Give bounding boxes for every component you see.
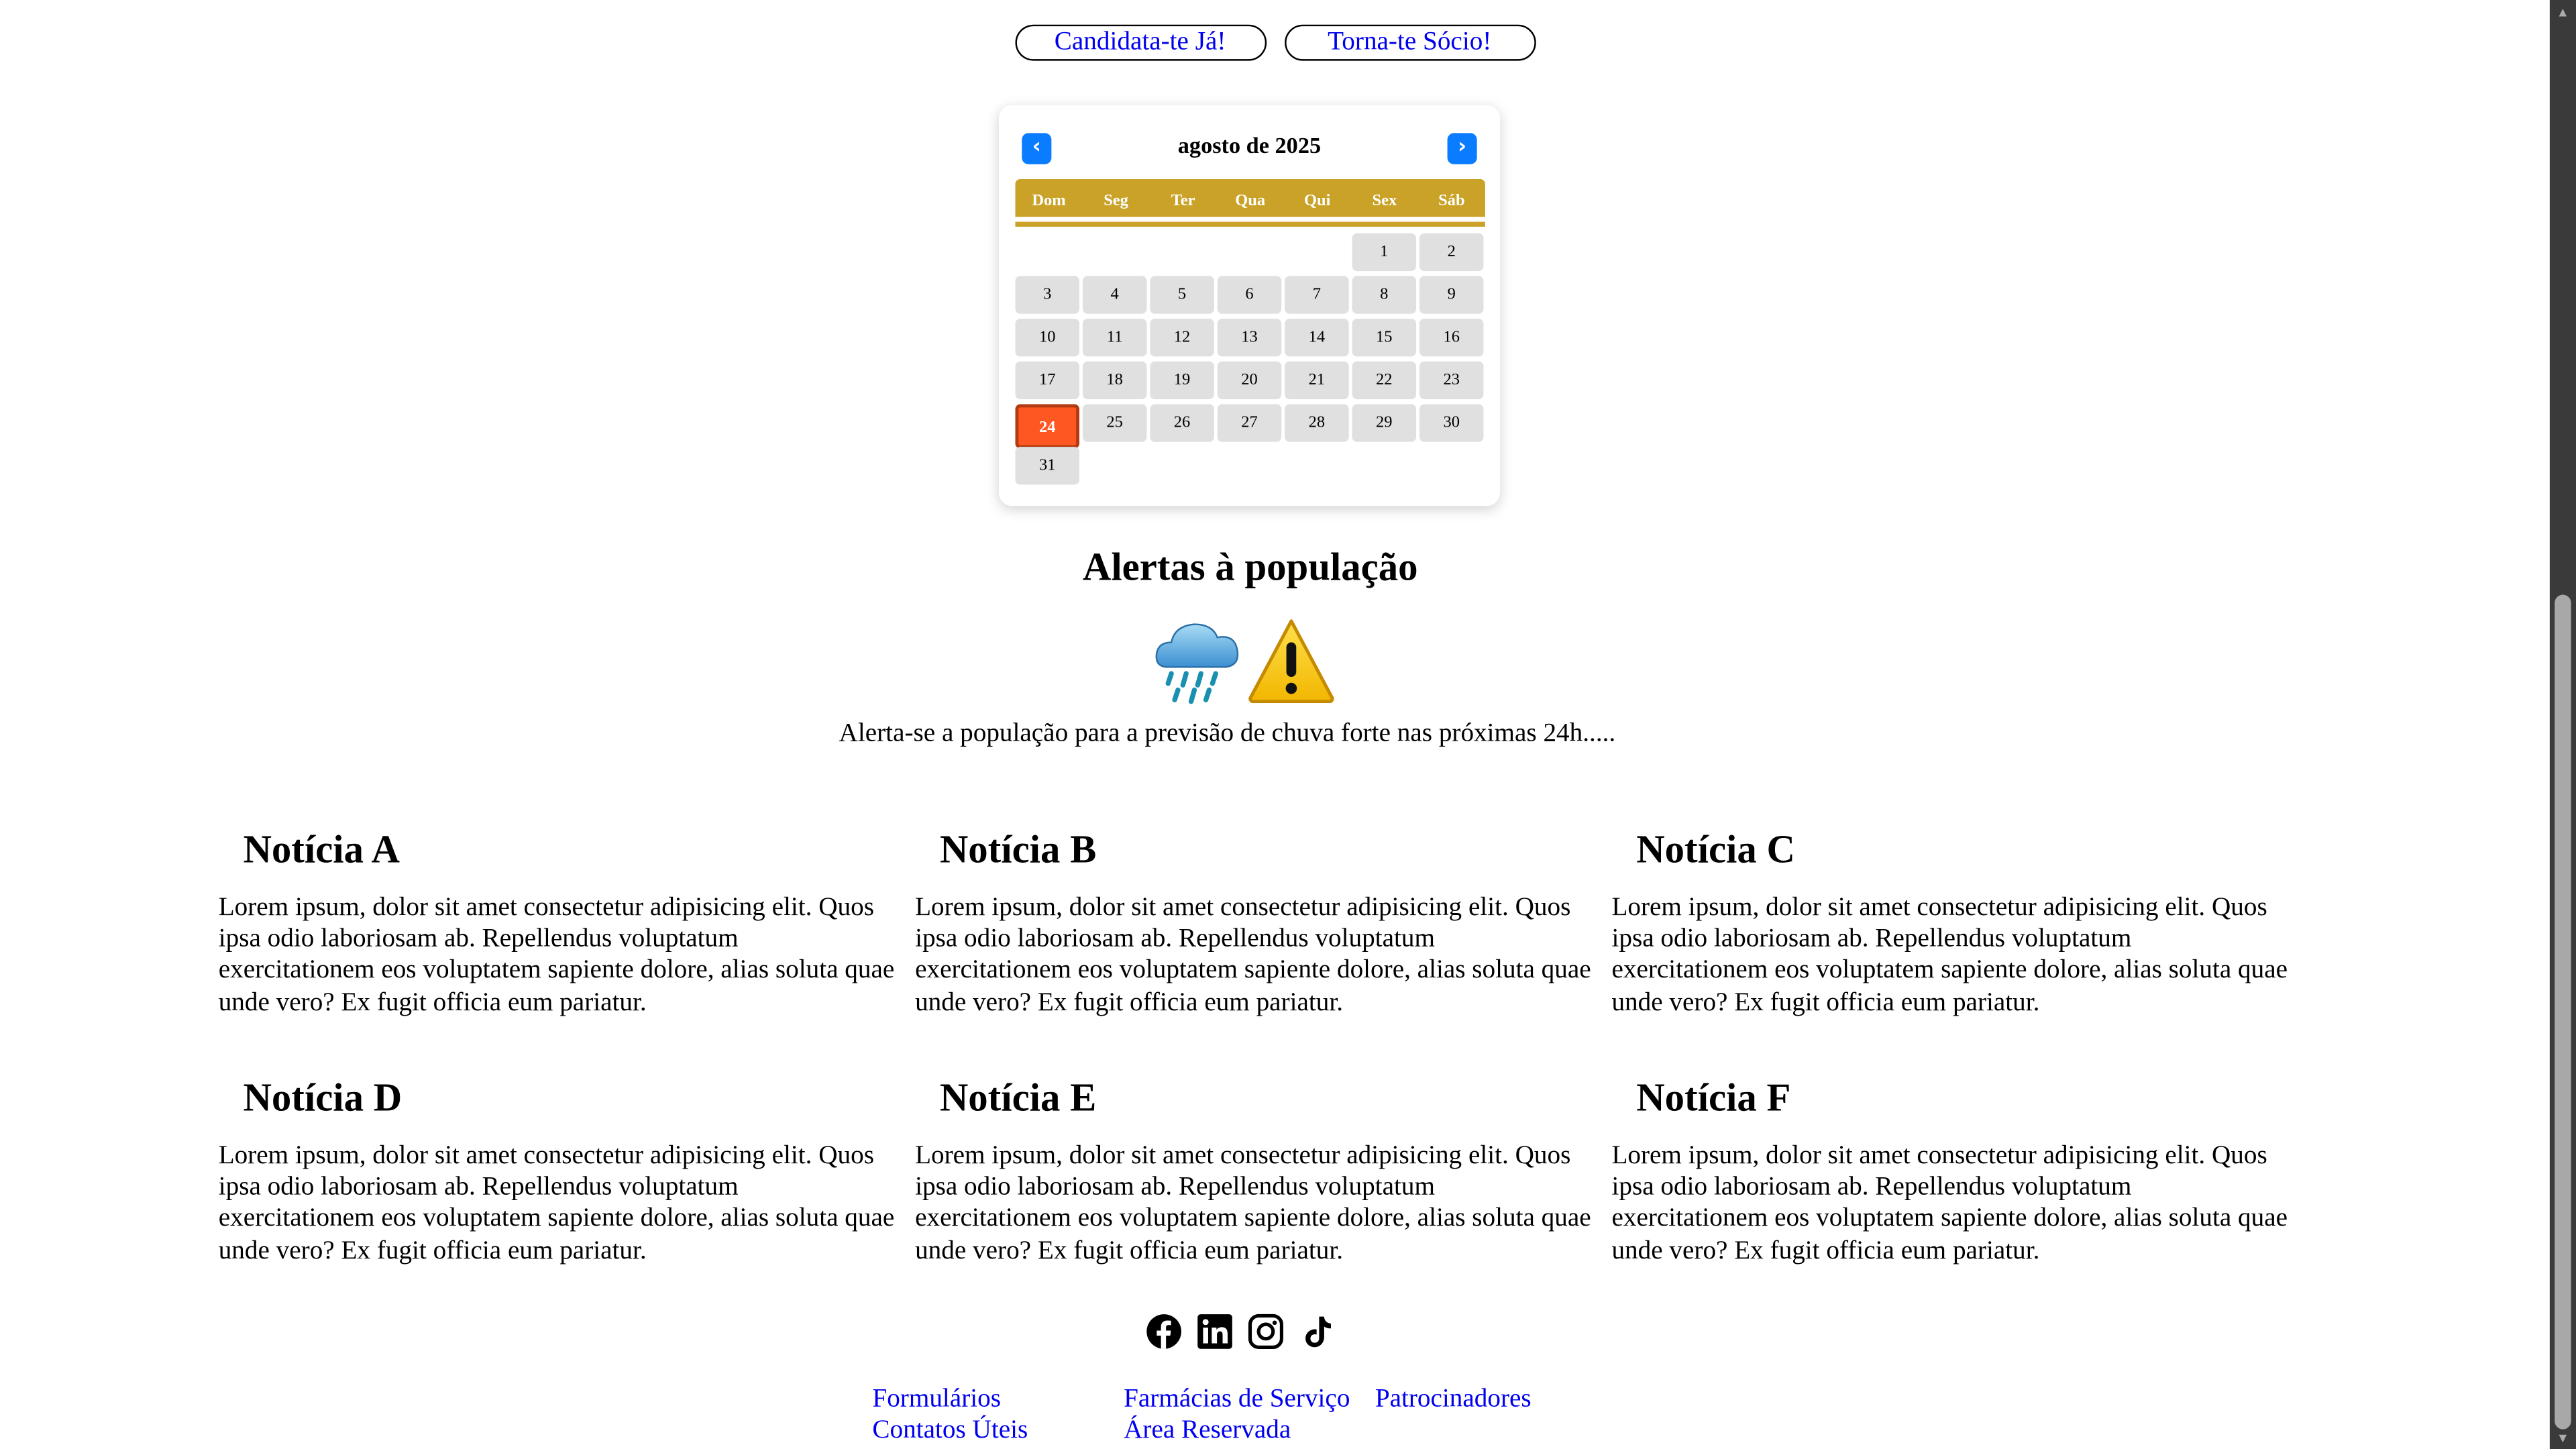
weekday-label: Qui xyxy=(1304,192,1331,211)
calendar-next-icon[interactable]: › xyxy=(1447,133,1477,164)
calendar-day[interactable]: 6 xyxy=(1217,276,1282,314)
calendar-day[interactable]: 11 xyxy=(1082,319,1147,357)
instagram-icon[interactable] xyxy=(1247,1313,1285,1352)
rain-cloud-icon xyxy=(1155,623,1239,704)
warning-icon xyxy=(1248,619,1334,704)
calendar-blank-cell xyxy=(1083,233,1147,271)
news-body: Lorem ipsum, dolor sit amet consectetur … xyxy=(1611,1142,2288,1265)
news-body: Lorem ipsum, dolor sit amet consectetur … xyxy=(915,1142,1591,1265)
news-card: Notícia F Lorem ipsum, dolor sit amet con… xyxy=(1611,1069,2288,1318)
calendar: ‹ agosto de 2025 › Dom Seg Ter Qua Qui Sex Sáb… xyxy=(998,105,1500,506)
calendar-day[interactable]: 25 xyxy=(1082,404,1147,442)
calendar-blank-cell xyxy=(1218,233,1282,271)
news-title[interactable]: Notícia F xyxy=(1636,1075,2282,1140)
footer-link-reserved-area[interactable]: Área Reservada xyxy=(1124,1416,1291,1446)
calendar-day[interactable]: 19 xyxy=(1150,361,1214,400)
calendar-day[interactable]: 4 xyxy=(1082,276,1147,314)
scrollbar-thumb[interactable] xyxy=(2555,594,2571,1430)
weekday-label: Seg xyxy=(1104,192,1128,211)
calendar-day[interactable]: 20 xyxy=(1217,361,1282,400)
weekday-label: Dom xyxy=(1032,192,1066,211)
action-buttons: Candidata-te Já! Torna-te Sócio! xyxy=(0,24,2550,61)
news-card: Notícia C Lorem ipsum, dolor sit amet con… xyxy=(1611,822,2288,1070)
news-body: Lorem ipsum, dolor sit amet consectetur … xyxy=(218,894,895,1016)
page: Candidata-te Já! Torna-te Sócio! ‹ agost… xyxy=(0,0,2576,1449)
news-grid: Notícia A Lorem ipsum, dolor sit amet con… xyxy=(219,822,2308,1318)
news-title[interactable]: Notícia A xyxy=(243,826,888,892)
news-card: Notícia B Lorem ipsum, dolor sit amet con… xyxy=(915,822,1591,1070)
facebook-icon[interactable] xyxy=(1145,1313,1183,1352)
become-member-button[interactable]: Torna-te Sócio! xyxy=(1283,24,1536,61)
calendar-day[interactable]: 18 xyxy=(1082,361,1147,400)
calendar-day[interactable]: 12 xyxy=(1150,319,1214,357)
calendar-weekday-header: Dom Seg Ter Qua Qui Sex Sáb xyxy=(1015,178,1485,217)
news-title[interactable]: Notícia D xyxy=(243,1075,888,1140)
calendar-day[interactable]: 30 xyxy=(1419,404,1484,442)
alerts-title: Alertas à população xyxy=(1082,547,1418,590)
calendar-day[interactable]: 16 xyxy=(1419,319,1484,357)
calendar-day[interactable]: 31 xyxy=(1015,447,1079,485)
calendar-day-grid: 1 2 3 4 5 6 7 8 9 10 11 12 13 14 15 16 17 18 19 20 21 22 23 24 2… xyxy=(1015,233,1487,485)
calendar-day-today[interactable]: 24 xyxy=(1015,404,1079,449)
calendar-day[interactable]: 14 xyxy=(1285,319,1349,357)
calendar-day[interactable]: 5 xyxy=(1150,276,1214,314)
weekday-label: Sáb xyxy=(1438,192,1465,211)
news-card: Notícia A Lorem ipsum, dolor sit amet con… xyxy=(219,822,895,1070)
calendar-day[interactable]: 21 xyxy=(1285,361,1349,400)
calendar-day[interactable]: 1 xyxy=(1352,233,1417,272)
calendar-day[interactable]: 22 xyxy=(1352,361,1417,400)
footer-link-sponsors[interactable]: Patrocinadores xyxy=(1375,1385,1532,1415)
news-title[interactable]: Notícia C xyxy=(1636,826,2282,892)
scroll-down-icon[interactable]: ▼ xyxy=(2557,1432,2569,1446)
footer-link-forms[interactable]: Formulários xyxy=(872,1385,1001,1415)
news-card: Notícia E Lorem ipsum, dolor sit amet con… xyxy=(915,1069,1591,1318)
footer-link-pharmacies[interactable]: Farmácias de Serviço xyxy=(1124,1385,1350,1415)
calendar-day[interactable]: 27 xyxy=(1217,404,1282,442)
tiktok-icon[interactable] xyxy=(1298,1313,1336,1352)
linkedin-icon[interactable] xyxy=(1196,1313,1234,1352)
calendar-day[interactable]: 10 xyxy=(1015,319,1079,357)
calendar-day[interactable]: 28 xyxy=(1285,404,1349,442)
calendar-day[interactable]: 9 xyxy=(1419,276,1484,314)
alert-icons xyxy=(1152,618,1336,706)
calendar-month-title: agosto de 2025 xyxy=(1177,134,1322,160)
calendar-blank-cell xyxy=(1015,233,1079,271)
scroll-up-icon[interactable]: ▲ xyxy=(2557,6,2569,20)
calendar-day[interactable]: 3 xyxy=(1015,276,1079,314)
calendar-blank-cell xyxy=(1285,233,1349,271)
calendar-day[interactable]: 29 xyxy=(1352,404,1417,442)
calendar-day[interactable]: 13 xyxy=(1217,319,1282,357)
news-title[interactable]: Notícia B xyxy=(940,826,1585,892)
calendar-day[interactable]: 7 xyxy=(1285,276,1349,314)
calendar-day[interactable]: 2 xyxy=(1419,233,1484,272)
news-card: Notícia D Lorem ipsum, dolor sit amet con… xyxy=(219,1069,895,1318)
news-title[interactable]: Notícia E xyxy=(940,1075,1585,1140)
calendar-day[interactable]: 8 xyxy=(1352,276,1417,314)
calendar-day[interactable]: 23 xyxy=(1419,361,1484,400)
footer-link-contacts[interactable]: Contatos Úteis xyxy=(872,1416,1028,1446)
calendar-day[interactable]: 26 xyxy=(1150,404,1214,442)
weekday-label: Ter xyxy=(1171,192,1195,211)
news-body: Lorem ipsum, dolor sit amet consectetur … xyxy=(218,1142,895,1265)
news-body: Lorem ipsum, dolor sit amet consectetur … xyxy=(915,894,1591,1016)
alert-message: Alerta-se a população para a previsão de… xyxy=(839,719,1616,748)
weekday-label: Qua xyxy=(1235,192,1266,211)
calendar-header-divider xyxy=(1015,221,1485,227)
calendar-day[interactable]: 17 xyxy=(1015,361,1079,400)
apply-button[interactable]: Candidata-te Já! xyxy=(1014,24,1266,61)
news-body: Lorem ipsum, dolor sit amet consectetur … xyxy=(1611,894,2288,1016)
social-links xyxy=(1145,1313,1336,1352)
calendar-blank-cell xyxy=(1150,233,1214,271)
weekday-label: Sex xyxy=(1372,192,1397,211)
calendar-day[interactable]: 15 xyxy=(1352,319,1417,357)
